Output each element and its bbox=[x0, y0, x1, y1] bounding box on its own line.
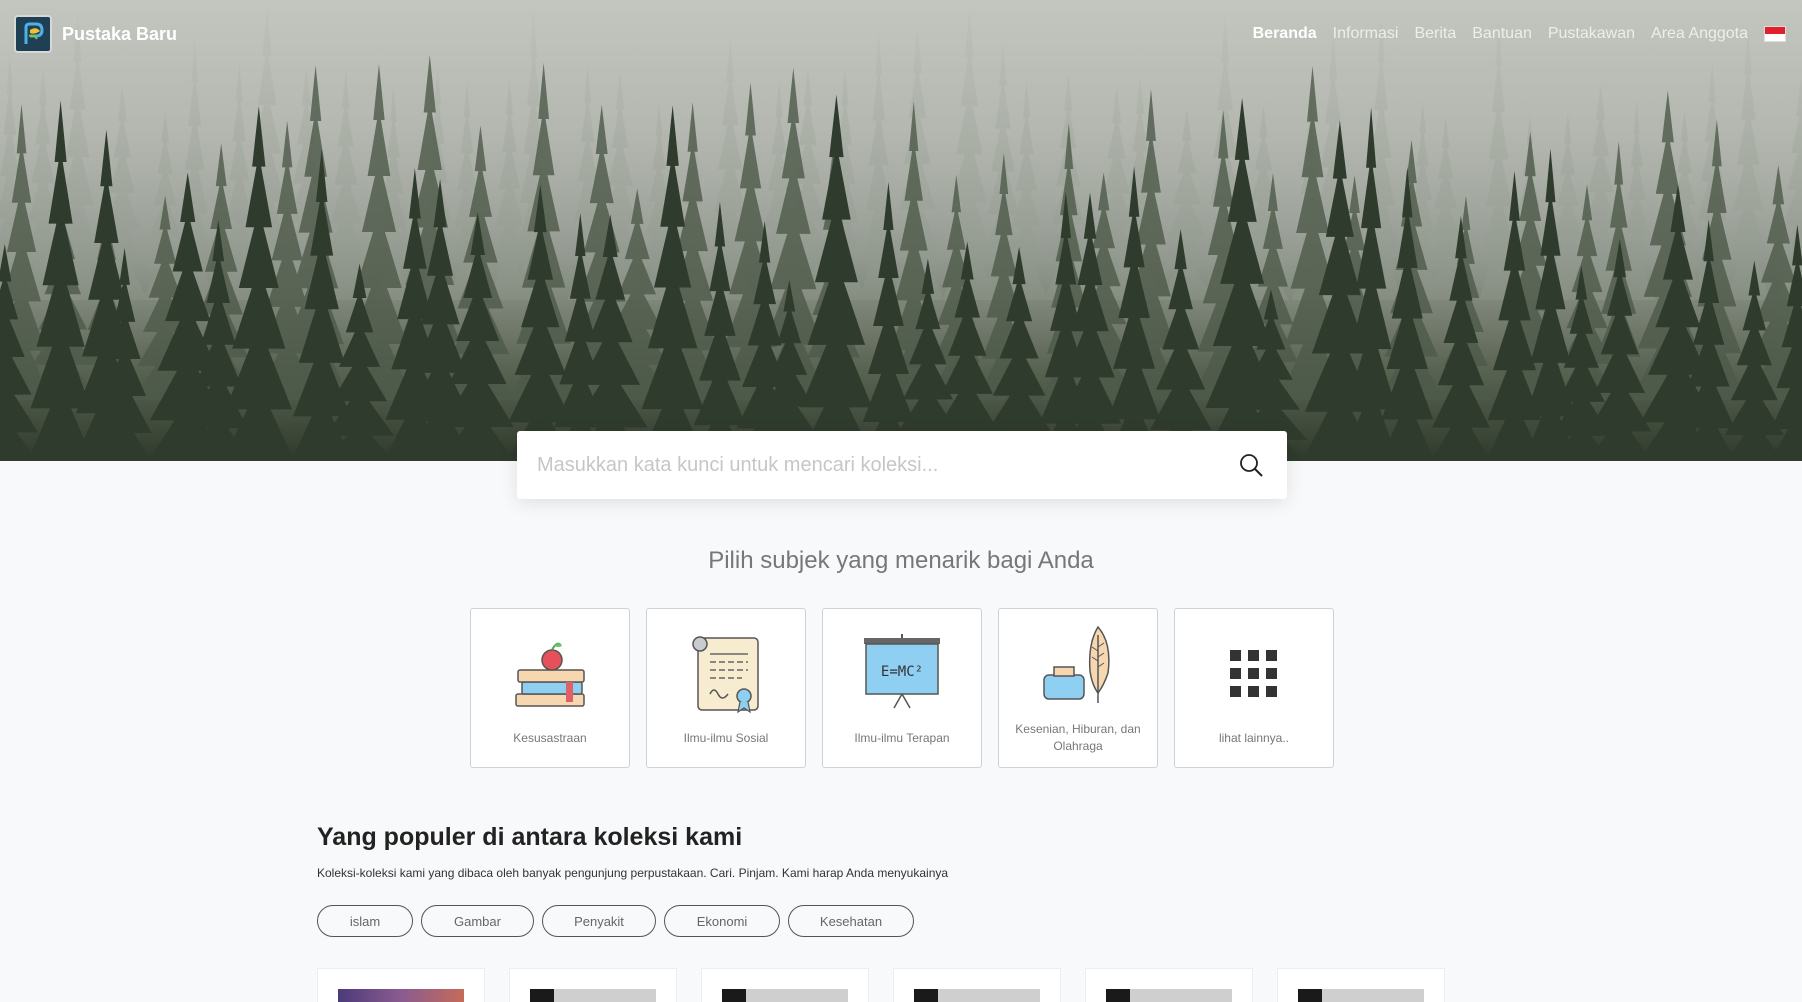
certificate-scroll-icon bbox=[682, 630, 770, 718]
subject-label: Kesusastraan bbox=[513, 730, 587, 745]
subject-kesenian[interactable]: Kesenian, Hiburan, dan Olahraga bbox=[998, 608, 1158, 768]
popular-section: Yang populer di antara koleksi kami Kole… bbox=[317, 823, 1487, 937]
book-card[interactable] bbox=[1277, 968, 1445, 1002]
tag-kesehatan[interactable]: Kesehatan bbox=[788, 905, 914, 937]
popular-title: Yang populer di antara koleksi kami bbox=[317, 823, 743, 851]
subject-lihat-lainnya[interactable]: lihat lainnya.. bbox=[1174, 608, 1334, 768]
tag-gambar[interactable]: Gambar bbox=[421, 905, 534, 937]
subjects-heading: Pilih subjek yang menarik bagi Anda bbox=[708, 547, 1094, 574]
book-card[interactable] bbox=[317, 968, 485, 1002]
subject-grid: Kesusastraan Ilmu-ilmu Sosial E=MC² Ilmu… bbox=[470, 608, 1334, 768]
navbar: Pustaka Baru Beranda Informasi Berita Ba… bbox=[0, 0, 1802, 68]
nav-bantuan[interactable]: Bantuan bbox=[1472, 25, 1532, 43]
brand[interactable]: Pustaka Baru bbox=[14, 15, 177, 53]
nav-berita[interactable]: Berita bbox=[1414, 25, 1456, 43]
tag-penyakit[interactable]: Penyakit bbox=[542, 905, 656, 937]
popular-book-list bbox=[317, 968, 1445, 1002]
subject-ilmu-sosial[interactable]: Ilmu-ilmu Sosial bbox=[646, 608, 806, 768]
hero-banner: Pustaka Baru Beranda Informasi Berita Ba… bbox=[0, 0, 1802, 461]
forest-background-image bbox=[0, 0, 1802, 461]
subject-label: Ilmu-ilmu Sosial bbox=[683, 730, 769, 745]
ink-quill-icon bbox=[1034, 621, 1122, 709]
popular-tags: islam Gambar Penyakit Ekonomi Kesehatan bbox=[317, 905, 1487, 937]
tag-ekonomi[interactable]: Ekonomi bbox=[664, 905, 780, 937]
library-logo-icon bbox=[14, 15, 52, 53]
blackboard-emc2-icon: E=MC² bbox=[858, 630, 946, 718]
subject-label: Kesenian, Hiburan, dan Olahraga bbox=[1015, 722, 1141, 753]
brand-name: Pustaka Baru bbox=[62, 23, 178, 44]
search-input[interactable] bbox=[537, 453, 1235, 477]
tag-islam[interactable]: islam bbox=[317, 905, 413, 937]
popular-description: Koleksi-koleksi kami yang dibaca oleh ba… bbox=[317, 866, 949, 880]
search-icon[interactable] bbox=[1235, 449, 1267, 481]
book-card[interactable] bbox=[893, 968, 1061, 1002]
nav-links: Beranda Informasi Berita Bantuan Pustaka… bbox=[1253, 25, 1788, 43]
book-cover-placeholder bbox=[530, 989, 656, 1002]
books-apple-icon bbox=[506, 630, 594, 718]
subject-kesusastraan[interactable]: Kesusastraan bbox=[470, 608, 630, 768]
book-cover-placeholder bbox=[722, 989, 848, 1002]
book-cover-image bbox=[338, 989, 464, 1002]
grid-icon bbox=[1210, 630, 1298, 718]
nav-beranda[interactable]: Beranda bbox=[1253, 25, 1317, 43]
search-bar bbox=[517, 431, 1287, 499]
nav-informasi[interactable]: Informasi bbox=[1333, 25, 1399, 43]
subject-label: Ilmu-ilmu Terapan bbox=[854, 730, 950, 745]
svg-text:E=MC²: E=MC² bbox=[881, 664, 923, 680]
nav-area-anggota[interactable]: Area Anggota bbox=[1651, 25, 1748, 43]
book-card[interactable] bbox=[509, 968, 677, 1002]
nav-pustakawan[interactable]: Pustakawan bbox=[1548, 25, 1635, 43]
indonesia-flag-icon[interactable] bbox=[1764, 26, 1786, 42]
book-cover-placeholder bbox=[1298, 989, 1424, 1002]
book-card[interactable] bbox=[701, 968, 869, 1002]
book-cover-placeholder bbox=[914, 989, 1040, 1002]
book-cover-placeholder bbox=[1106, 989, 1232, 1002]
book-card[interactable] bbox=[1085, 968, 1253, 1002]
subject-label: lihat lainnya.. bbox=[1218, 730, 1290, 745]
subject-ilmu-terapan[interactable]: E=MC² Ilmu-ilmu Terapan bbox=[822, 608, 982, 768]
